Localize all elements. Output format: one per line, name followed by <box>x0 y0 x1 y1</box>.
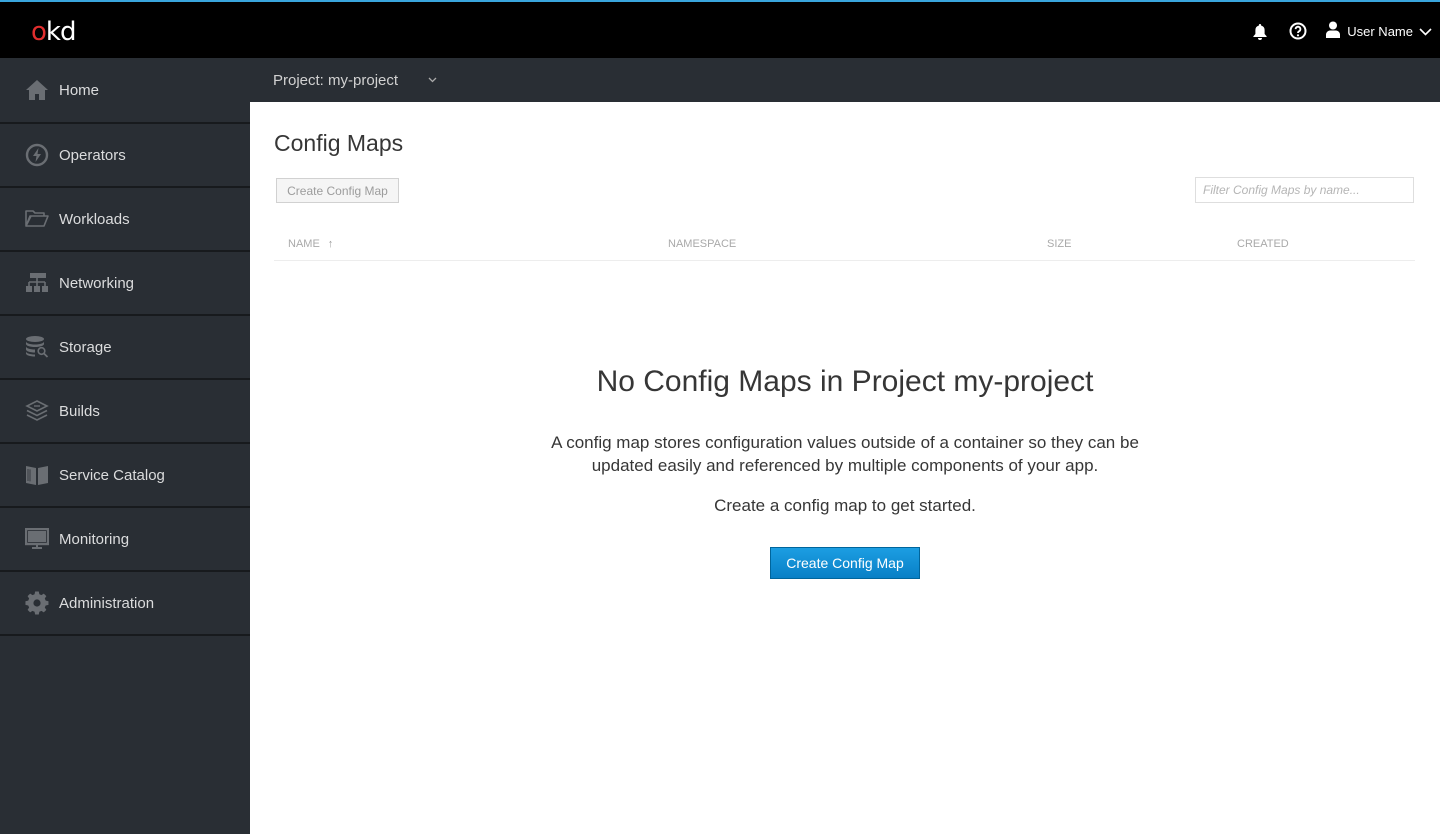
column-header-label: Name <box>288 238 320 250</box>
column-header-label: Created <box>1237 238 1289 250</box>
user-menu[interactable]: User Name <box>1326 21 1432 41</box>
empty-state-description: A config map stores configuration values… <box>551 433 1139 475</box>
sidebar-item-workloads[interactable]: Workloads <box>0 188 250 252</box>
logo-kd: kd <box>45 17 77 47</box>
user-icon <box>1326 21 1341 41</box>
monitor-icon <box>24 526 50 552</box>
sidebar-item-home[interactable]: Home <box>0 58 250 124</box>
sidebar-item-label: Monitoring <box>59 530 130 548</box>
sidebar-nav: Home Operators Workloads Networking Stor… <box>0 58 250 834</box>
sidebar-item-networking[interactable]: Networking <box>0 252 250 316</box>
logo-o: o <box>31 17 47 47</box>
sidebar-item-operators[interactable]: Operators <box>0 124 250 188</box>
gear-icon <box>24 590 50 616</box>
okd-logo[interactable]: okd <box>31 17 77 47</box>
create-config-map-button[interactable]: Create Config Map <box>276 178 399 203</box>
sidebar-item-administration[interactable]: Administration <box>0 572 250 636</box>
chevron-down-icon <box>1419 24 1432 39</box>
empty-state-title: No Config Maps in Project my-project <box>596 365 1094 398</box>
page-title: Config Maps <box>274 130 404 156</box>
project-selector[interactable]: Project: my-project <box>273 72 437 89</box>
layers-icon <box>24 398 50 424</box>
empty-state: No Config Maps in Project my-project A c… <box>250 364 1440 579</box>
help-icon[interactable] <box>1288 21 1308 41</box>
column-header-created[interactable]: Created <box>1237 238 1289 250</box>
sidebar-item-label: Administration <box>59 594 155 612</box>
sidebar-item-label: Builds <box>59 402 100 420</box>
sidebar-item-storage[interactable]: Storage <box>0 316 250 380</box>
chevron-down-icon <box>428 74 437 86</box>
sidebar-item-label: Workloads <box>59 210 130 228</box>
network-icon <box>24 270 50 296</box>
filter-input[interactable] <box>1195 177 1414 203</box>
bolt-icon <box>24 142 50 168</box>
folder-open-icon <box>24 206 50 232</box>
sidebar-item-label: Operators <box>59 146 126 164</box>
sidebar-item-monitoring[interactable]: Monitoring <box>0 508 250 572</box>
masthead-toolbar: User Name <box>1250 2 1432 60</box>
main-content: Config Maps Create Config Map Name ↑ Name… <box>250 102 1440 834</box>
sidebar-item-service-catalog[interactable]: Service Catalog <box>0 444 250 508</box>
column-header-namespace[interactable]: Namespace <box>668 238 736 250</box>
bell-icon[interactable] <box>1250 21 1270 41</box>
sort-ascending-icon: ↑ <box>327 238 334 250</box>
empty-state-cta-text: Create a config map to get started. <box>714 496 976 515</box>
home-icon <box>24 77 50 103</box>
column-header-size[interactable]: Size <box>1047 238 1071 250</box>
book-icon <box>24 462 50 488</box>
database-search-icon <box>24 334 50 360</box>
user-name: User Name <box>1347 23 1413 39</box>
sidebar-item-label: Storage <box>59 338 112 356</box>
sidebar-item-label: Service Catalog <box>59 466 165 484</box>
column-header-name[interactable]: Name ↑ <box>288 238 333 250</box>
sidebar-item-label: Home <box>59 81 100 99</box>
sidebar-item-builds[interactable]: Builds <box>0 380 250 444</box>
project-selector-label: Project: my-project <box>273 71 399 89</box>
empty-state-create-button[interactable]: Create Config Map <box>770 547 920 579</box>
table-header: Name ↑ Namespace Size Created <box>274 230 1415 261</box>
column-header-label: Size <box>1047 238 1072 250</box>
masthead: okd User Name <box>0 0 1440 60</box>
sidebar-item-label: Networking <box>59 274 135 292</box>
column-header-label: Namespace <box>668 238 737 250</box>
project-bar: Project: my-project <box>250 58 1440 102</box>
